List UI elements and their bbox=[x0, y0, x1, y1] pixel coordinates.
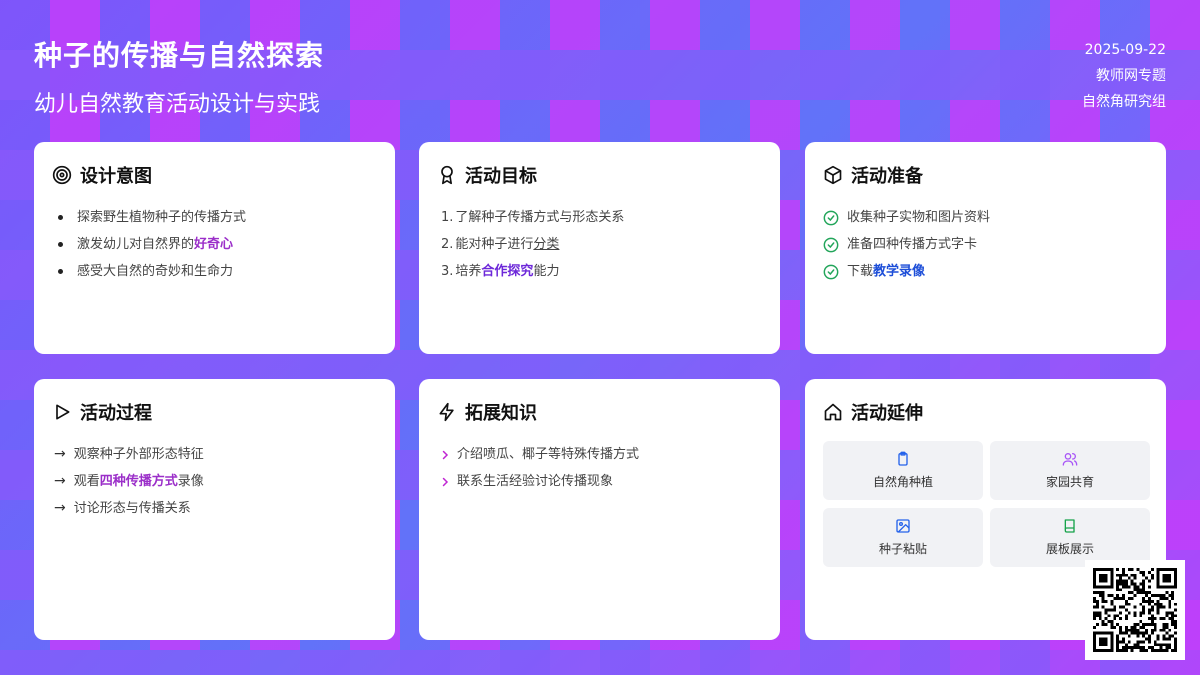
list-item: → 讨论形态与传播关系 bbox=[52, 495, 377, 522]
list-item: 2. 能对种子进行 分类 bbox=[437, 231, 762, 258]
list-item: 介绍喷瓜、椰子等特殊传播方式 bbox=[437, 441, 762, 468]
knowledge-list: 介绍喷瓜、椰子等特殊传播方式 联系生活经验讨论传播现象 bbox=[437, 441, 762, 495]
list-item: 准备四种传播方式字卡 bbox=[823, 231, 1148, 258]
chevron-right-icon bbox=[442, 450, 449, 459]
goals-list: 1. 了解种子传播方式与形态关系 2. 能对种子进行 分类 3. 培养 合作探究 能力 bbox=[437, 204, 762, 285]
tile-board-display[interactable]: 展板展示 bbox=[990, 508, 1150, 567]
page-meta: 2025-09-22 教师网专题 自然角研究组 bbox=[1082, 37, 1166, 115]
arrow-right-icon: → bbox=[54, 446, 66, 462]
target-icon bbox=[52, 165, 72, 185]
highlight-text: 教学录像 bbox=[873, 264, 926, 279]
clipboard-icon bbox=[898, 451, 908, 466]
list-item: 3. 培养 合作探究 能力 bbox=[437, 258, 762, 285]
check-circle-icon bbox=[823, 210, 839, 225]
lightning-icon bbox=[439, 402, 454, 422]
tile-home-school[interactable]: 家园共育 bbox=[990, 441, 1150, 500]
check-circle-icon bbox=[823, 264, 839, 279]
tile-seed-collage[interactable]: 种子粘贴 bbox=[823, 508, 983, 567]
award-icon bbox=[441, 165, 453, 185]
list-item: 感受大自然的奇妙和生命力 bbox=[52, 258, 377, 285]
highlight-text: 合作探究 bbox=[481, 264, 534, 279]
chevron-right-icon bbox=[442, 477, 449, 486]
users-icon bbox=[1062, 453, 1078, 466]
page-title: 种子的传播与自然探索 bbox=[34, 39, 325, 72]
arrow-right-icon: → bbox=[54, 500, 66, 516]
process-list: → 观察种子外部形态特征 → 观看 四种传播方式 录像 → 讨论形态与传播关系 bbox=[52, 441, 377, 522]
card-title: 设计意图 bbox=[80, 166, 152, 187]
qr-code bbox=[1085, 560, 1185, 660]
list-item: 下载 教学录像 bbox=[823, 258, 1148, 285]
page-subtitle: 幼儿自然教育活动设计与实践 bbox=[34, 92, 321, 117]
card-title: 拓展知识 bbox=[465, 403, 537, 424]
underlined-text: 分类 bbox=[533, 237, 560, 252]
list-item: → 观察种子外部形态特征 bbox=[52, 441, 377, 468]
tile-nature-planting[interactable]: 自然角种植 bbox=[823, 441, 983, 500]
intent-list: 探索野生植物种子的传播方式 激发幼儿对自然界的 好奇心 感受大自然的奇妙和生命力 bbox=[52, 204, 377, 285]
card-activity-process: 活动过程 → 观察种子外部形态特征 → 观看 四种传播方式 录像 → 讨论形态与传播关系 bbox=[34, 379, 395, 640]
list-item: 联系生活经验讨论传播现象 bbox=[437, 468, 762, 495]
extension-tiles: 自然角种植 家园共育 种子粘贴 展板展示 bbox=[823, 441, 1150, 567]
card-extended-knowledge: 拓展知识 介绍喷瓜、椰子等特殊传播方式 联系生活经验讨论传播现象 bbox=[419, 379, 780, 640]
prep-list: 收集种子实物和图片资料 准备四种传播方式字卡 下载 教学录像 bbox=[823, 204, 1148, 285]
list-item: → 观看 四种传播方式 录像 bbox=[52, 468, 377, 495]
card-activity-prep: 活动准备 收集种子实物和图片资料 准备四种传播方式字卡 下载 教学录像 bbox=[805, 142, 1166, 354]
list-item: 1. 了解种子传播方式与形态关系 bbox=[441, 210, 625, 225]
check-circle-icon bbox=[823, 237, 839, 252]
arrow-right-icon: → bbox=[54, 473, 66, 489]
meta-source: 教师网专题 bbox=[1096, 68, 1166, 84]
image-icon bbox=[896, 519, 910, 533]
card-title: 活动目标 bbox=[465, 166, 537, 187]
list-item: 激发幼儿对自然界的 好奇心 bbox=[52, 231, 377, 258]
meta-group: 自然角研究组 bbox=[1082, 94, 1166, 110]
highlight-text: 四种传播方式 bbox=[99, 474, 178, 489]
card-title: 活动过程 bbox=[80, 403, 152, 424]
page-header: 种子的传播与自然探索 幼儿自然教育活动设计与实践 bbox=[34, 34, 324, 118]
card-activity-goals: 活动目标 1. 了解种子传播方式与形态关系 2. 能对种子进行 分类 3. 培养 合作探究… bbox=[419, 142, 780, 354]
card-design-intent: 设计意图 探索野生植物种子的传播方式 激发幼儿对自然界的 好奇心 感受大自然的奇妙… bbox=[34, 142, 395, 354]
box-icon bbox=[824, 165, 842, 185]
book-icon bbox=[1064, 519, 1075, 533]
play-icon bbox=[56, 404, 70, 420]
card-title: 活动延伸 bbox=[851, 403, 923, 424]
card-title: 活动准备 bbox=[851, 166, 923, 187]
list-item: 收集种子实物和图片资料 bbox=[823, 204, 1148, 231]
meta-date: 2025-09-22 bbox=[1084, 42, 1166, 58]
home-icon bbox=[824, 403, 842, 421]
highlight-text: 好奇心 bbox=[194, 237, 234, 252]
list-item: 探索野生植物种子的传播方式 bbox=[52, 204, 377, 231]
